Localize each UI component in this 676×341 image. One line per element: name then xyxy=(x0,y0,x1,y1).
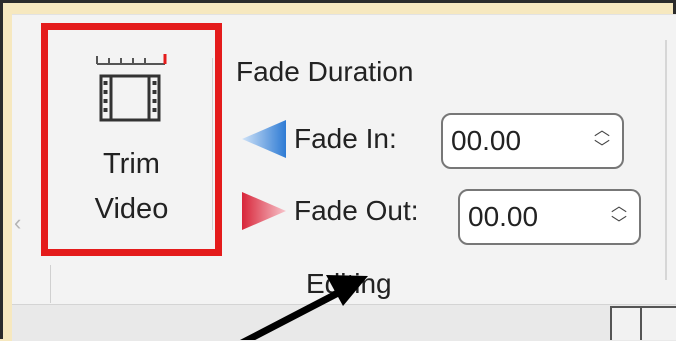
fade-in-spin-buttons: ︿ ﹀ xyxy=(594,123,610,159)
fade-in-icon xyxy=(242,120,286,158)
ribbon-bottom-strip xyxy=(12,304,676,341)
fade-out-input[interactable] xyxy=(468,201,588,233)
fade-out-spin-buttons: ︿ ﹀ xyxy=(611,199,627,235)
group-separator-right xyxy=(665,40,667,280)
ribbon-scroll-left-icon[interactable]: ‹ xyxy=(14,210,21,236)
fade-out-label: Fade Out: xyxy=(294,195,419,226)
fade-out-icon xyxy=(242,192,286,230)
group-separator-left xyxy=(50,265,51,303)
fade-in-decrement-icon[interactable]: ﹀ xyxy=(594,141,610,159)
fade-out-row: Fade Out: xyxy=(240,190,419,232)
fade-in-input[interactable] xyxy=(451,125,571,157)
fade-in-increment-icon[interactable]: ︿ xyxy=(594,123,610,141)
fade-out-spinner[interactable]: ︿ ﹀ xyxy=(458,189,641,245)
window-corner-control[interactable] xyxy=(610,306,676,340)
group-separator-inner xyxy=(212,58,213,230)
fade-in-row: Fade In: xyxy=(240,118,397,160)
fade-out-increment-icon[interactable]: ︿ xyxy=(611,199,627,217)
fade-out-decrement-icon[interactable]: ﹀ xyxy=(611,217,627,235)
trim-video-highlight-box xyxy=(41,23,222,256)
fade-in-label: Fade In: xyxy=(294,123,397,154)
fade-duration-title: Fade Duration xyxy=(236,56,414,87)
fade-in-spinner[interactable]: ︿ ﹀ xyxy=(441,113,624,169)
corner-divider xyxy=(640,308,642,340)
editing-group-label: Editing xyxy=(306,268,392,299)
